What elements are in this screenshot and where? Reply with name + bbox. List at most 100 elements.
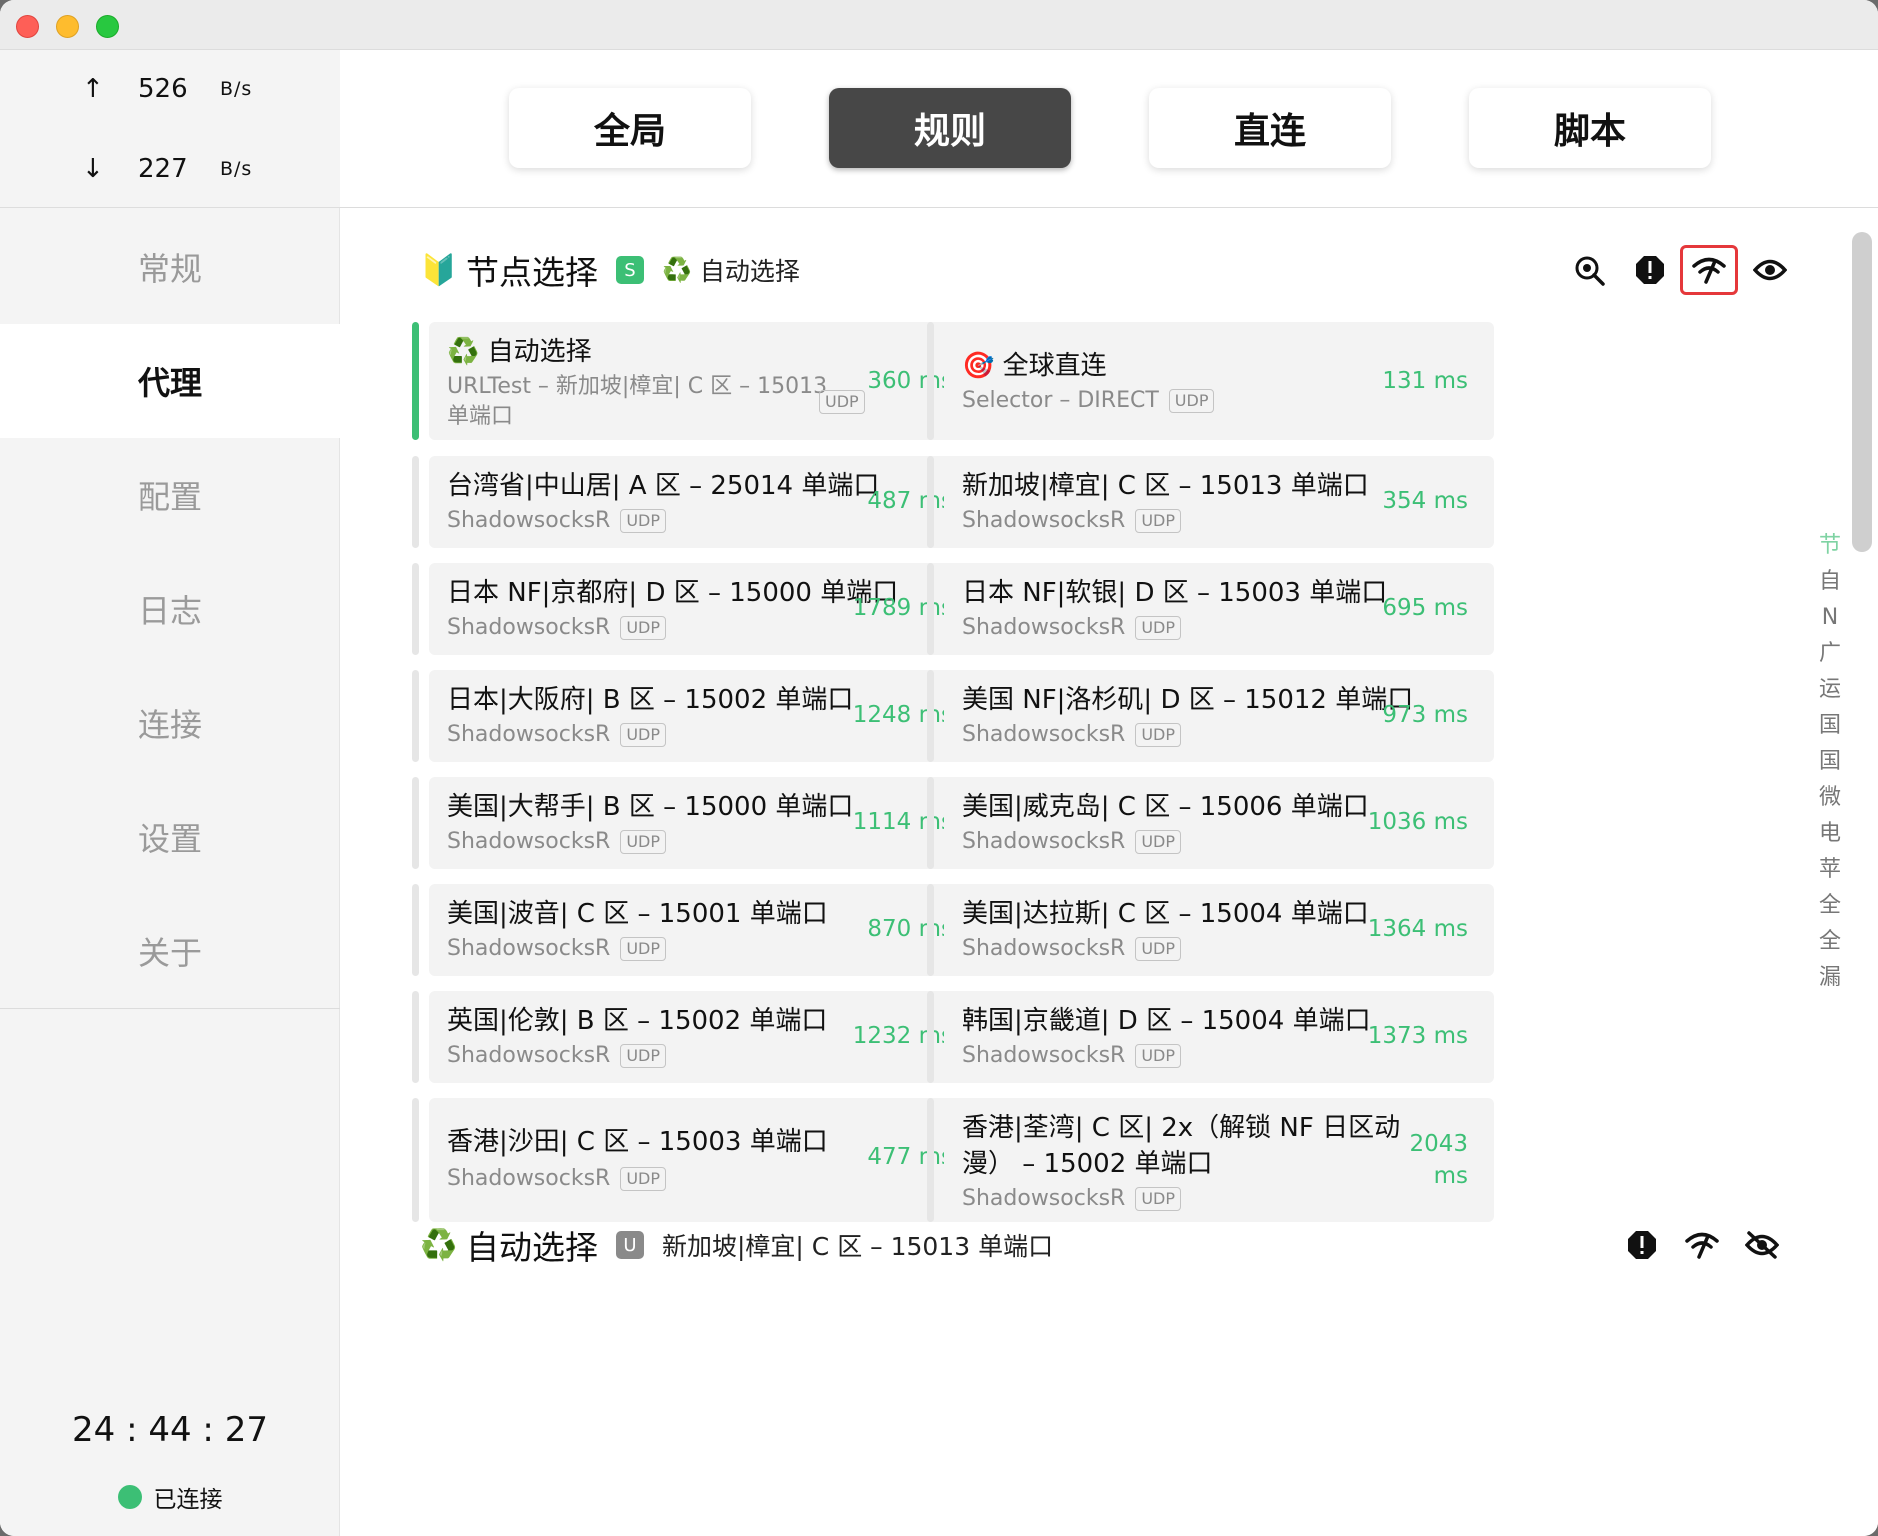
udp-badge: UDP — [1135, 829, 1182, 854]
title-bar — [0, 0, 1878, 50]
vertical-scrollbar[interactable] — [1852, 232, 1872, 552]
udp-badge: UDP — [620, 722, 667, 747]
proxy-card[interactable]: 美国|波音| C 区 – 15001 单端口 ShadowsocksR UDP 870… — [412, 884, 979, 976]
speedtest-button[interactable] — [1680, 245, 1738, 295]
toggle-visibility-button[interactable] — [1740, 1223, 1784, 1267]
proxy-name-text: 全球直连 — [1002, 351, 1107, 381]
sidebar-item-profiles[interactable]: 配置 — [0, 438, 340, 552]
proxy-card[interactable]: 日本 NF|京都府| D 区 – 15000 单端口 ShadowsocksR UD… — [412, 563, 979, 655]
group-selected-proxy: 新加坡|樟宜| C 区 – 15013 单端口 — [662, 1232, 1054, 1261]
zoom-window-button[interactable] — [96, 15, 119, 38]
search-latency-icon — [1575, 256, 1605, 286]
proxy-type: ShadowsocksR UDP — [962, 936, 1182, 961]
proxy-type-text: ShadowsocksR — [962, 1186, 1126, 1211]
proxy-card[interactable]: 新加坡|樟宜| C 区 – 15013 单端口 ShadowsocksR UDP 35… — [927, 456, 1494, 548]
proxy-latency: 477 ms — [867, 1144, 953, 1170]
alert-button[interactable] — [1628, 248, 1672, 292]
main-panel: 全局 规则 直连 脚本 🔰 节点选择 S ♻️ 自动选择 ♻️ 自动选择 URL… — [340, 50, 1878, 1536]
group-type-badge: U — [616, 1231, 644, 1259]
proxy-card[interactable]: 香港|沙田| C 区 – 15003 单端口 ShadowsocksR UDP 477… — [412, 1098, 979, 1222]
group-index-item[interactable]: 自 — [1819, 564, 1841, 600]
group-index-item[interactable]: 全 — [1819, 924, 1841, 960]
selection-bar — [412, 991, 419, 1083]
sidebar-item-settings[interactable]: 设置 — [0, 780, 340, 894]
udp-badge: UDP — [1135, 1186, 1182, 1211]
mode-global-button[interactable]: 全局 — [509, 88, 751, 168]
proxy-card[interactable]: 美国|威克岛| C 区 – 15006 单端口 ShadowsocksR UDP 10… — [927, 777, 1494, 869]
group-index-item[interactable]: 全 — [1819, 888, 1841, 924]
group-index-item[interactable]: 运 — [1819, 672, 1841, 708]
group-index-item[interactable]: 漏 — [1819, 960, 1841, 996]
mode-script-button[interactable]: 脚本 — [1469, 88, 1711, 168]
group-index-item[interactable]: N — [1822, 600, 1838, 636]
proxy-card[interactable]: 美国|达拉斯| C 区 – 15004 单端口 ShadowsocksR UDP 13… — [927, 884, 1494, 976]
sidebar-item-proxy[interactable]: 代理 — [0, 324, 340, 438]
group-index-item[interactable]: 国 — [1819, 708, 1841, 744]
search-latency-button[interactable] — [1568, 248, 1612, 292]
udp-badge: UDP — [1135, 936, 1182, 961]
proxy-type-text: ShadowsocksR — [962, 615, 1126, 640]
proxy-card[interactable]: 台湾省|中山居| A 区 – 25014 单端口 ShadowsocksR UDP 4… — [412, 456, 979, 548]
proxy-type-text: Selector – DIRECT — [962, 388, 1159, 413]
proxy-type: ShadowsocksR UDP — [962, 722, 1182, 747]
minimize-window-button[interactable] — [56, 15, 79, 38]
proxy-card[interactable]: 🎯 全球直连 Selector – DIRECT UDP 131 ms — [927, 322, 1494, 440]
proxy-type-text: ShadowsocksR — [447, 829, 611, 854]
alert-button[interactable] — [1620, 1223, 1664, 1267]
group-actions — [1552, 245, 1792, 295]
group-name: 自动选择 — [466, 1228, 598, 1267]
proxy-card[interactable]: ♻️ 自动选择 URLTest – 新加坡|樟宜| C 区 – 15013 单端… — [412, 322, 979, 440]
mode-rule-button[interactable]: 规则 — [829, 88, 1071, 168]
group-index: 节自N广运国国微电苹全全漏 — [1808, 528, 1852, 996]
mode-direct-button[interactable]: 直连 — [1149, 88, 1391, 168]
group-index-item[interactable]: 广 — [1819, 636, 1841, 672]
download-speed: ↓ 227 B/s — [82, 149, 252, 189]
proxy-latency: 1114 ms — [852, 809, 953, 835]
group-index-item[interactable]: 国 — [1819, 744, 1841, 780]
proxy-name: 日本 NF|京都府| D 区 – 15000 单端口 — [447, 578, 899, 608]
group-header-auto-select[interactable]: ♻️ 自动选择 U 新加坡|樟宜| C 区 – 15013 单端口 — [420, 1220, 1053, 1270]
connection-status: 已连接 — [0, 1480, 340, 1514]
proxy-card[interactable]: 日本 NF|软银| D 区 – 15003 单端口 ShadowsocksR UDP… — [927, 563, 1494, 655]
group-selected-proxy: 自动选择 — [699, 257, 800, 286]
download-arrow-icon: ↓ — [82, 154, 104, 184]
group-index-item[interactable]: 苹 — [1819, 852, 1841, 888]
group-index-item[interactable]: 节 — [1819, 528, 1841, 564]
mode-bar: 全局 规则 直连 脚本 — [340, 50, 1878, 208]
proxy-name: 英国|伦敦| B 区 – 15002 单端口 — [447, 1006, 828, 1036]
proxy-latency: 487 ms — [867, 488, 953, 514]
latency-unit: ms — [1433, 1163, 1468, 1189]
proxy-card[interactable]: 美国|大帮手| B 区 – 15000 单端口 ShadowsocksR UDP 11… — [412, 777, 979, 869]
proxy-name: 香港|沙田| C 区 – 15003 单端口 — [447, 1127, 828, 1157]
proxy-card[interactable]: 美国 NF|洛杉矶| D 区 – 15012 单端口 ShadowsocksR UD… — [927, 670, 1494, 762]
alert-icon — [1636, 256, 1664, 284]
proxy-type: ShadowsocksR UDP — [447, 1043, 667, 1068]
proxy-type-line2: 单端口 — [447, 404, 514, 429]
proxy-latency: 2043 ms — [1409, 1128, 1468, 1192]
group-index-item[interactable]: 微 — [1819, 780, 1841, 816]
proxy-name: 美国 NF|洛杉矶| D 区 – 15012 单端口 — [962, 685, 1414, 715]
udp-badge: UDP — [620, 1166, 667, 1191]
speedtest-button[interactable] — [1680, 1223, 1724, 1267]
udp-badge: UDP — [620, 936, 667, 961]
proxy-card[interactable]: 日本|大阪府| B 区 – 15002 单端口 ShadowsocksR UDP 12… — [412, 670, 979, 762]
sidebar-item-about[interactable]: 关于 — [0, 894, 340, 1008]
sidebar-item-logs[interactable]: 日志 — [0, 552, 340, 666]
sidebar-item-general[interactable]: 常规 — [0, 210, 340, 324]
group-index-item[interactable]: 电 — [1819, 816, 1841, 852]
group-name: 节点选择 — [466, 253, 598, 292]
udp-badge: UDP — [1168, 388, 1215, 413]
status-dot-icon — [117, 1485, 142, 1509]
sidebar-item-connections[interactable]: 连接 — [0, 666, 340, 780]
close-window-button[interactable] — [16, 15, 39, 38]
status-label: 已连接 — [153, 1487, 223, 1513]
proxy-card[interactable]: 英国|伦敦| B 区 – 15002 单端口 ShadowsocksR UDP 123… — [412, 991, 979, 1083]
toggle-visibility-button[interactable] — [1748, 248, 1792, 292]
udp-badge: UDP — [620, 615, 667, 640]
proxy-type-text: ShadowsocksR — [447, 615, 611, 640]
selection-bar — [927, 1098, 934, 1222]
proxy-card[interactable]: 韩国|京畿道| D 区 – 15004 单端口 ShadowsocksR UDP 13… — [927, 991, 1494, 1083]
group-header-node-select[interactable]: 🔰 节点选择 S ♻️ 自动选择 — [420, 245, 800, 295]
proxy-card[interactable]: 香港|荃湾| C 区| 2x（解锁 NF 日区动 漫） – 15002 单端口 Sh… — [927, 1098, 1494, 1222]
selection-bar — [412, 777, 419, 869]
